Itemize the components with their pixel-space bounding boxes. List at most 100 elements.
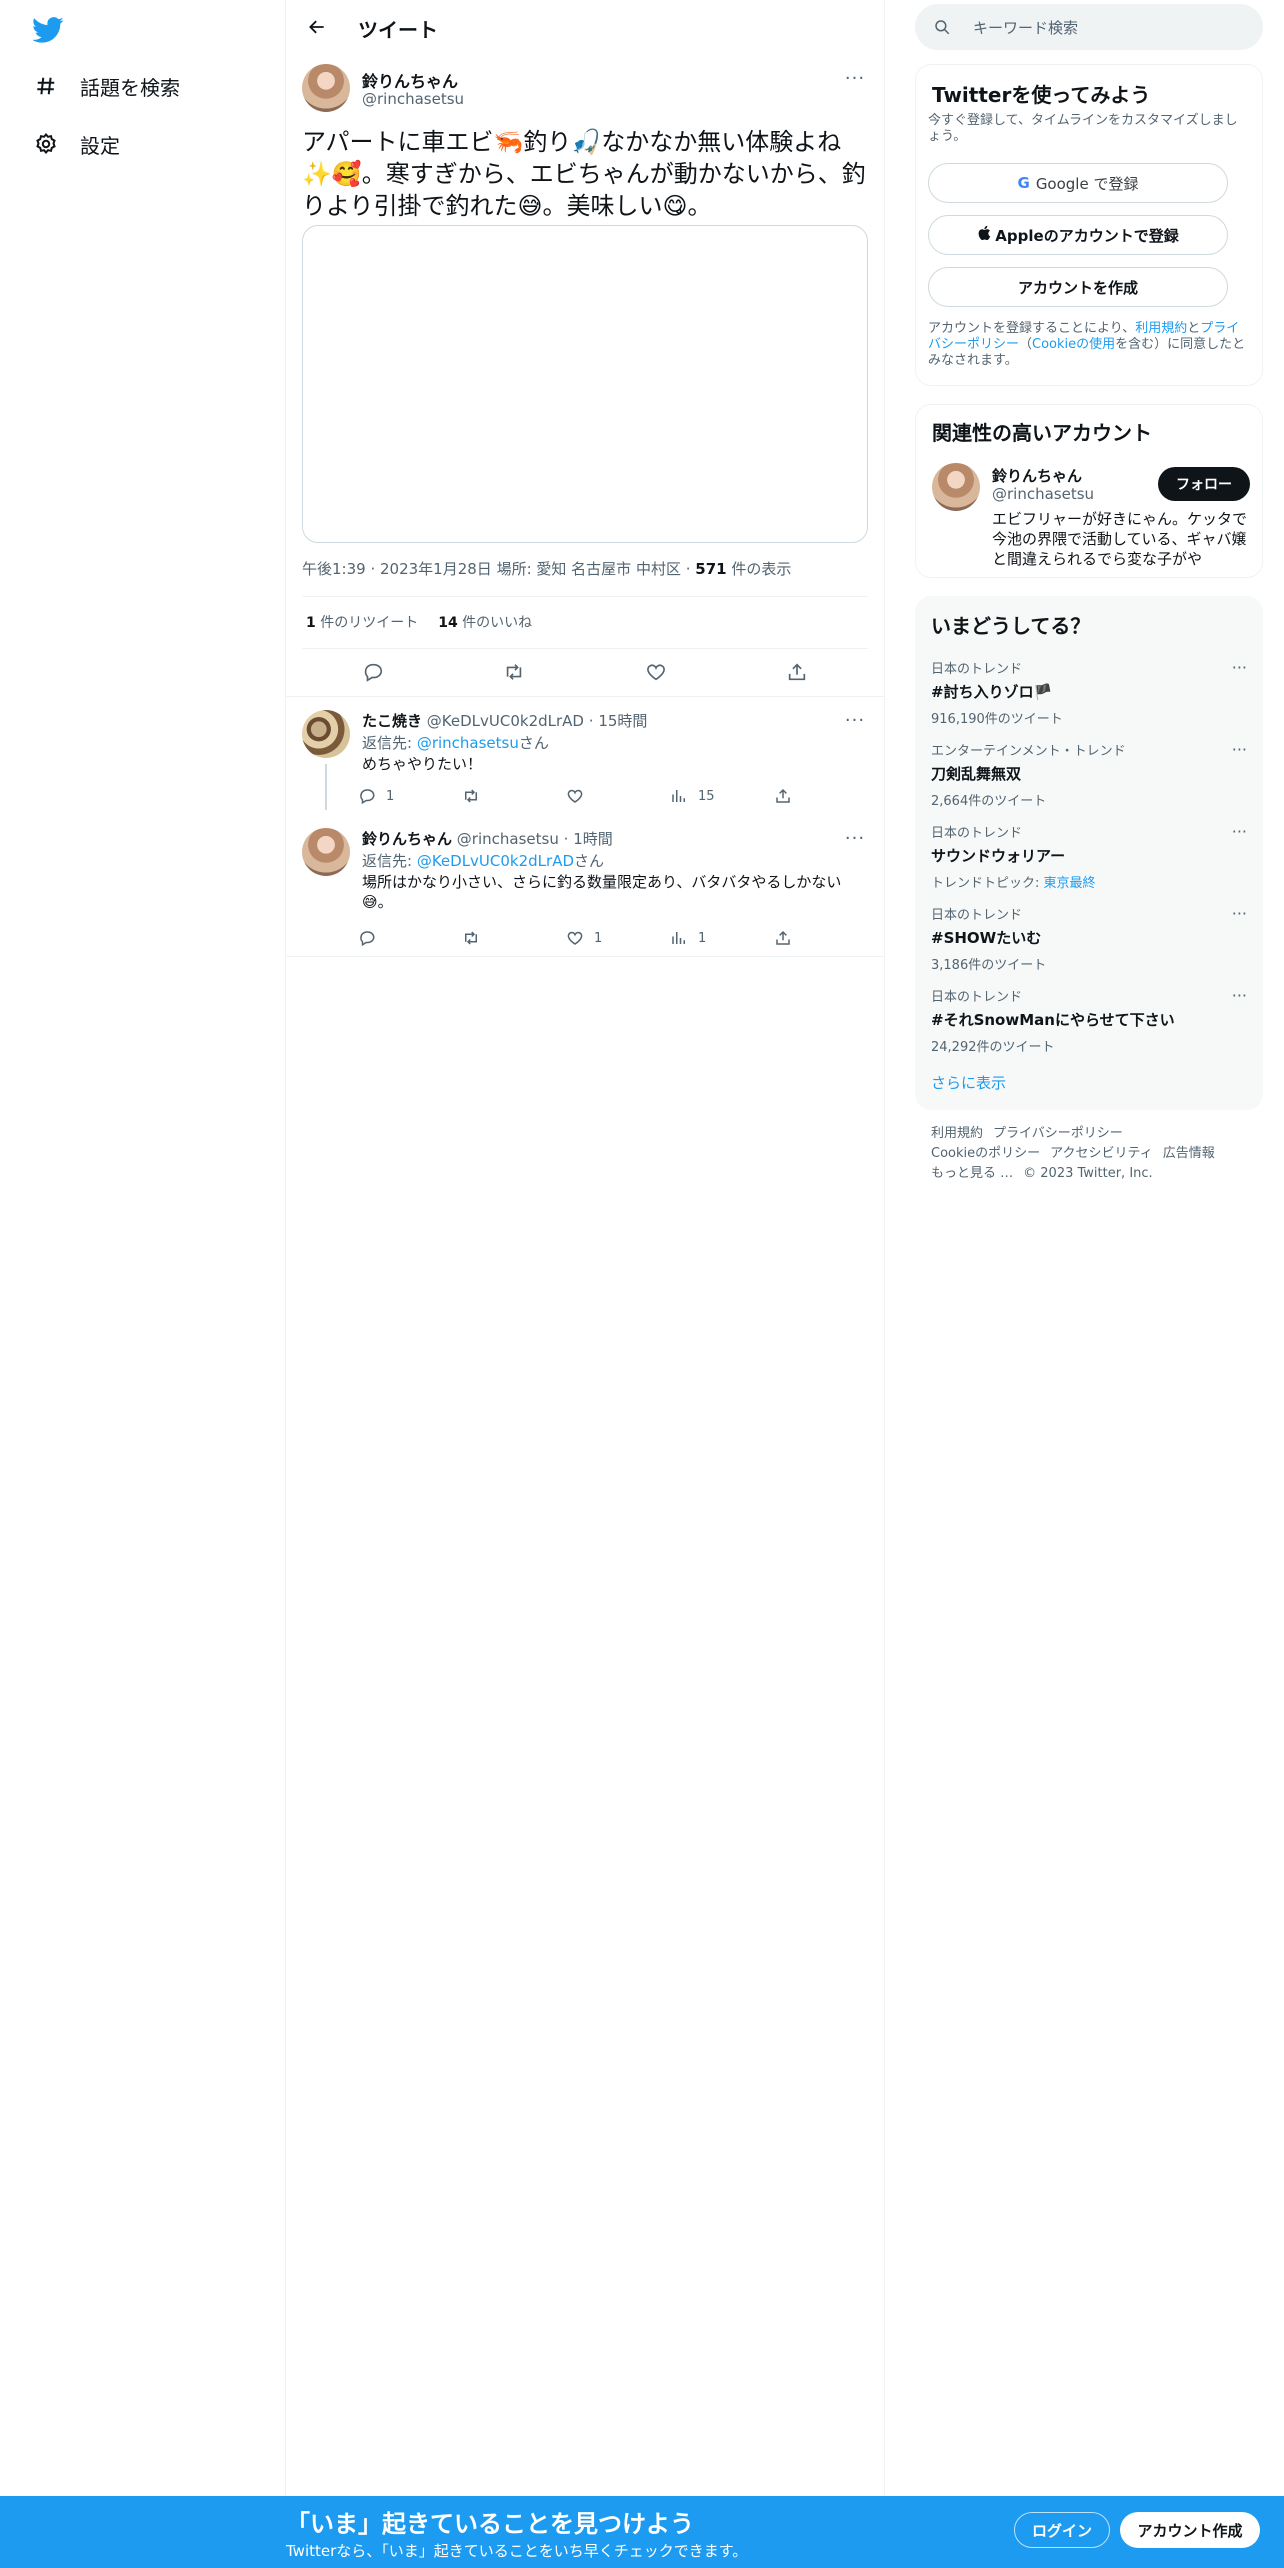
footer-links: 利用規約 プライバシーポリシー Cookieのポリシー アクセシビリティ 広告情報 も… <box>931 1124 1251 1184</box>
twitter-logo-icon[interactable] <box>32 14 64 46</box>
reply-header: たこ焼き @KeDLvUC0k2dLrAD · 15時間 <box>362 712 648 730</box>
reply-time[interactable]: 1時間 <box>573 830 613 848</box>
reply-author-name[interactable]: たこ焼き <box>362 712 422 730</box>
views-label: 件の表示 <box>731 560 792 578</box>
retweet-button[interactable] <box>462 929 566 947</box>
search-input[interactable]: キーワード検索 <box>915 4 1263 50</box>
avatar[interactable] <box>932 463 980 511</box>
more-options-icon[interactable]: ··· <box>1232 904 1247 923</box>
trends-title: いまどうしてる？ <box>931 614 1091 638</box>
trend-item[interactable]: エンターテインメント・トレンド 刀剣乱舞無双 2,664件のツイート ··· <box>931 740 1247 809</box>
avatar[interactable] <box>302 828 350 876</box>
trend-item[interactable]: 日本のトレンド サウンドウォリアー トレンドトピック: 東京最終 ··· <box>931 822 1247 891</box>
nav-item-explore[interactable]: 話題を検索 <box>32 66 180 106</box>
trend-item[interactable]: 日本のトレンド #討ち入りゾロ🏴 916,190件のツイート ··· <box>931 658 1247 727</box>
nav-item-settings[interactable]: 設定 <box>32 124 120 164</box>
terms-link[interactable]: 利用規約 <box>1135 321 1187 336</box>
views-count: 1 <box>698 930 707 946</box>
tweet-date[interactable]: 2023年1月28日 <box>380 560 492 578</box>
tweet-stats: 1 件のリツイート 14 件のいいね <box>306 612 532 632</box>
more-options-icon[interactable]: ··· <box>841 68 869 89</box>
reply-to-link[interactable]: @rinchasetsu <box>417 734 519 752</box>
more-options-icon[interactable]: ··· <box>1232 658 1247 677</box>
tweet-media[interactable] <box>302 225 868 543</box>
signup-legal: アカウントを登録することにより、利用規約とプライバシーポリシー（Cookieの使… <box>928 321 1246 368</box>
reply-author-name[interactable]: 鈴りんちゃん <box>362 830 452 848</box>
reply-button[interactable] <box>358 929 462 947</box>
reply-icon <box>360 931 375 947</box>
author-name[interactable]: 鈴りんちゃん <box>362 68 458 92</box>
like-button[interactable] <box>566 787 670 805</box>
page-header: ツイート <box>286 0 885 54</box>
signup-button[interactable]: アカウント作成 <box>1120 2512 1260 2548</box>
more-options-icon[interactable]: ··· <box>841 710 869 731</box>
author-handle[interactable]: @rinchasetsu <box>362 90 464 108</box>
footer-link[interactable]: アクセシビリティ <box>1050 1146 1153 1161</box>
avatar[interactable] <box>302 64 350 112</box>
trend-topic-link[interactable]: 東京最終 <box>1044 876 1096 891</box>
likes-stat[interactable]: 14 件のいいね <box>438 612 532 632</box>
more-options-icon[interactable]: ··· <box>1232 986 1247 1005</box>
reply-button[interactable]: 1 <box>358 787 462 805</box>
footer-link[interactable]: Cookieのポリシー <box>931 1146 1040 1161</box>
more-options-icon[interactable]: ··· <box>1232 740 1247 759</box>
related-title: 関連性の高いアカウント <box>932 421 1152 445</box>
reply-author-handle[interactable]: @rinchasetsu <box>457 830 559 848</box>
retweets-stat[interactable]: 1 件のリツイート <box>306 612 418 632</box>
reply-count: 1 <box>386 788 395 804</box>
views-button[interactable]: 1 <box>670 929 774 947</box>
reply-author-handle[interactable]: @KeDLvUC0k2dLrAD <box>427 712 584 730</box>
share-button[interactable] <box>774 929 878 947</box>
footer-more-link[interactable]: もっと見る … <box>931 1166 1013 1181</box>
reply-time[interactable]: 15時間 <box>598 712 647 730</box>
footer-link[interactable]: 広告情報 <box>1163 1146 1215 1161</box>
share-icon <box>776 788 790 803</box>
views-button[interactable]: 15 <box>670 787 774 805</box>
login-button[interactable]: ログイン <box>1014 2512 1110 2548</box>
share-button[interactable] <box>774 787 878 805</box>
like-icon <box>567 931 583 945</box>
share-icon[interactable] <box>780 655 814 689</box>
footer-link[interactable]: プライバシーポリシー <box>993 1126 1123 1141</box>
views-chart-icon <box>672 932 685 944</box>
google-signup-button[interactable]: G Google で登録 <box>928 163 1228 203</box>
avatar[interactable] <box>302 710 350 758</box>
divider <box>286 956 885 957</box>
reply-icon[interactable] <box>356 655 390 689</box>
page-title: ツイート <box>358 18 438 42</box>
signup-card: Twitterを使ってみよう 今すぐ登録して、タイムラインをカスタマイズしましょ… <box>915 64 1263 386</box>
reply-icon <box>360 789 375 805</box>
related-name[interactable]: 鈴りんちゃん <box>992 465 1082 486</box>
trend-item[interactable]: 日本のトレンド #それSnowManにやらせて下さい 24,292件のツイート … <box>931 986 1247 1055</box>
reply-tweet[interactable]: たこ焼き @KeDLvUC0k2dLrAD · 15時間 ··· 返信先: @r… <box>286 706 885 812</box>
footer-link[interactable]: 利用規約 <box>931 1126 983 1141</box>
tweet-location[interactable]: 場所: 愛知 名古屋市 中村区 <box>497 560 681 578</box>
create-account-button[interactable]: アカウントを作成 <box>928 267 1228 307</box>
bottom-signup-bar: 「いま」起きていることを見つけよう Twitterなら、「いま」起きていることを… <box>0 2496 1284 2568</box>
retweet-button[interactable] <box>462 787 566 805</box>
divider <box>302 596 868 597</box>
reply-tweet[interactable]: 鈴りんちゃん @rinchasetsu · 1時間 ··· 返信先: @KeDL… <box>286 824 885 954</box>
related-handle[interactable]: @rinchasetsu <box>992 485 1094 503</box>
google-icon: G <box>1017 174 1030 192</box>
tweet-metadata: 午後1:39 · 2023年1月28日 場所: 愛知 名古屋市 中村区 · 57… <box>302 560 792 578</box>
divider <box>302 648 868 649</box>
bottom-bar-title: 「いま」起きていることを見つけよう <box>286 2510 694 2538</box>
like-button[interactable]: 1 <box>566 929 670 947</box>
search-placeholder: キーワード検索 <box>973 18 1079 37</box>
like-icon[interactable] <box>639 655 673 689</box>
show-more-link[interactable]: さらに表示 <box>931 1072 1006 1093</box>
search-icon <box>935 20 950 35</box>
follow-button[interactable]: フォロー <box>1158 467 1250 501</box>
more-options-icon[interactable]: ··· <box>1232 822 1247 841</box>
back-arrow-icon[interactable] <box>300 12 334 42</box>
tweet-time[interactable]: 午後1:39 <box>302 560 366 578</box>
cookie-link[interactable]: Cookieの使用 <box>1032 337 1115 352</box>
tweet-actions <box>302 652 868 692</box>
apple-signup-button[interactable]: Appleのアカウントで登録 <box>928 215 1228 255</box>
like-count: 1 <box>594 930 603 946</box>
trend-item[interactable]: 日本のトレンド #SHOWたいむ 3,186件のツイート ··· <box>931 904 1247 973</box>
retweet-icon[interactable] <box>497 655 531 689</box>
reply-to-link[interactable]: @KeDLvUC0k2dLrAD <box>417 852 574 870</box>
more-options-icon[interactable]: ··· <box>841 828 869 849</box>
